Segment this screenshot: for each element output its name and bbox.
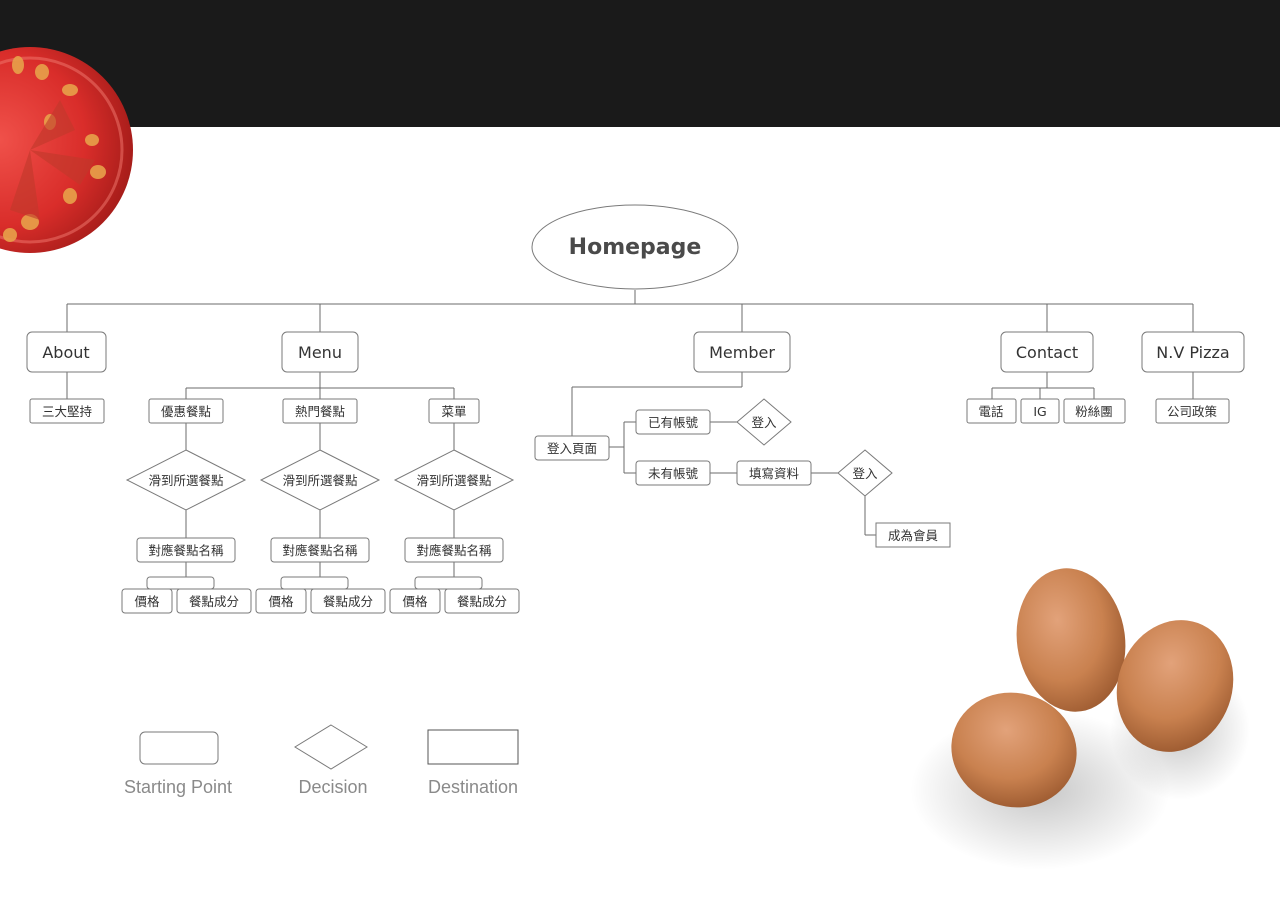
menu-ingredients-label: 餐點成分 [189, 594, 239, 609]
menu-item-name-label: 對應餐點名稱 [148, 543, 224, 558]
menu-price-label: 價格 [134, 594, 160, 609]
legend-decision-shape [294, 724, 368, 770]
menu-category-label: 熱門餐點 [295, 404, 345, 419]
legend-decision-label: Decision [298, 777, 367, 797]
about-item-node: 三大堅持 [29, 398, 105, 424]
menu-category-label: 菜單 [441, 404, 466, 419]
nvpizza-item-node: 公司政策 [1155, 398, 1230, 424]
contact-item-label: 電話 [978, 404, 1003, 419]
nvpizza-item-label: 公司政策 [1167, 404, 1218, 419]
legend-destination-shape [427, 729, 519, 765]
about-item-label: 三大堅持 [42, 404, 92, 419]
nav-node-about: About [26, 331, 107, 373]
no-account-label: 未有帳號 [648, 466, 699, 481]
menu-decision-label: 滑到所選餐點 [148, 473, 223, 488]
has-account-label: 已有帳號 [648, 415, 699, 430]
nav-label-nvpizza: N.V Pizza [1156, 343, 1229, 362]
legend: Starting Point Decision Destination [124, 724, 519, 797]
login-decision-label: 登入 [751, 415, 777, 430]
menu-ingredients-label: 餐點成分 [323, 594, 373, 609]
menu-decision-label: 滑到所選餐點 [416, 473, 491, 488]
nav-label-member: Member [709, 343, 775, 362]
legend-starting-point-label: Starting Point [124, 777, 232, 797]
become-member-label: 成為會員 [888, 528, 939, 543]
menu-ingredients-label: 餐點成分 [457, 594, 507, 609]
menu-item-name-label: 對應餐點名稱 [282, 543, 358, 558]
nav-node-member: Member [693, 331, 791, 373]
contact-item-label: 粉絲團 [1075, 404, 1113, 419]
nav-label-about: About [42, 343, 89, 362]
fill-info-label: 填寫資料 [749, 466, 800, 481]
site-map-diagram: Homepage About Menu Member Contact N.V P… [26, 204, 1245, 797]
member-flow: 登入頁面 已有帳號 登入 未有帳號 填寫資料 登入 成為會員 [534, 398, 951, 548]
contact-item-label: IG [1033, 404, 1046, 419]
nav-label-contact: Contact [1016, 343, 1078, 362]
nav-node-menu: Menu [281, 331, 359, 373]
login-page-label: 登入頁面 [547, 441, 597, 456]
menu-category-label: 優惠餐點 [161, 404, 211, 419]
menu-price-label: 價格 [402, 594, 428, 609]
homepage-label: Homepage [569, 235, 702, 260]
legend-destination-label: Destination [428, 777, 518, 797]
nav-label-menu: Menu [298, 343, 342, 362]
menu-decision-label: 滑到所選餐點 [282, 473, 357, 488]
legend-starting-point-shape [139, 731, 219, 765]
login-decision-label: 登入 [852, 466, 878, 481]
nav-node-nvpizza: N.V Pizza [1141, 331, 1245, 373]
menu-price-label: 價格 [268, 594, 294, 609]
nav-node-contact: Contact [1000, 331, 1094, 373]
menu-item-name-label: 對應餐點名稱 [416, 543, 492, 558]
contact-items: 電話 IG 粉絲團 [966, 398, 1126, 424]
homepage-node: Homepage [531, 204, 739, 290]
